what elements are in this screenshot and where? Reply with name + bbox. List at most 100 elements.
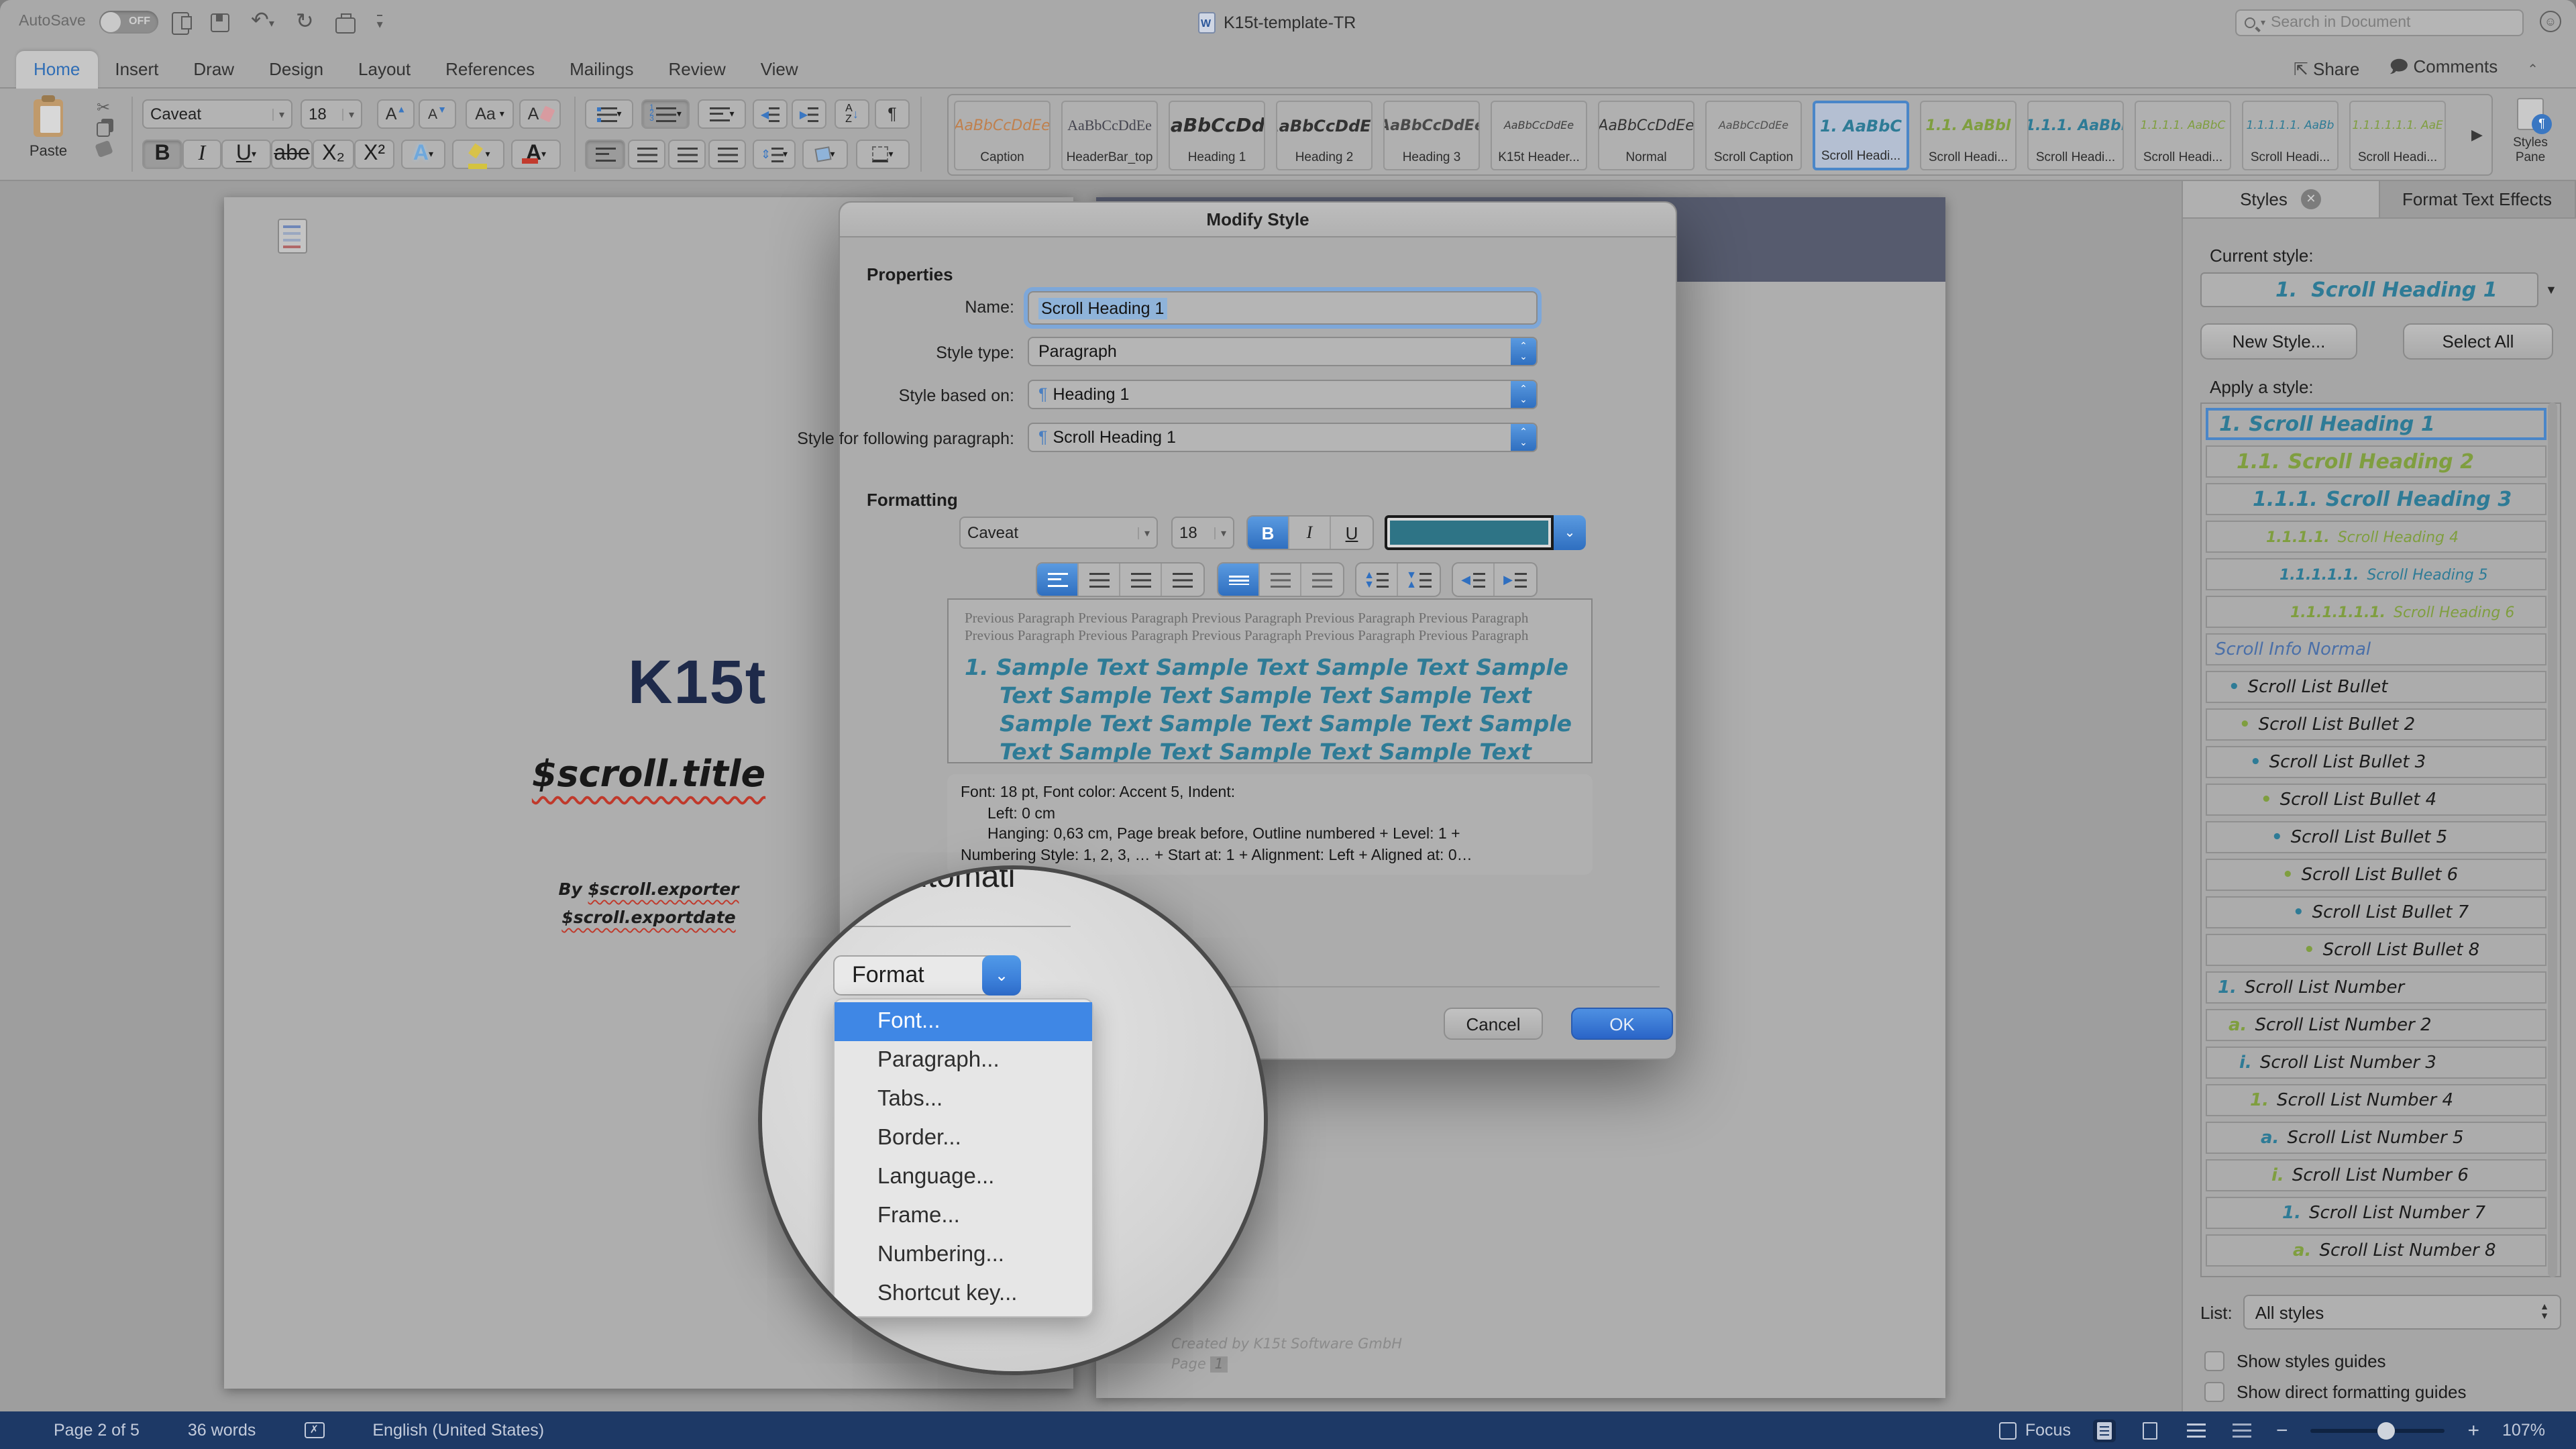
show-paragraph-marks-button[interactable]: ¶ — [875, 99, 910, 129]
gallery-style-k15t-header-[interactable]: AaBbCcDdEeK15t Header... — [1491, 100, 1587, 170]
style-list-item[interactable]: •Scroll List Bullet 6 — [2206, 859, 2546, 891]
numbering-button[interactable]: 123▾ — [641, 99, 690, 129]
menu-item-language[interactable]: Language... — [835, 1158, 1092, 1197]
cancel-button[interactable]: Cancel — [1444, 1008, 1543, 1040]
menu-item-font[interactable]: Font... — [835, 1002, 1092, 1041]
spacing-1-5[interactable] — [1260, 564, 1301, 596]
style-list-item[interactable]: 1.1.Scroll Heading 2 — [2206, 445, 2546, 478]
word-count[interactable]: 36 words — [188, 1421, 256, 1440]
web-layout-view-icon[interactable] — [2139, 1419, 2162, 1442]
zoom-slider[interactable] — [2311, 1428, 2445, 1432]
comments-button[interactable]: 🗩 Comments — [2389, 55, 2498, 85]
spacing-double[interactable] — [1301, 564, 1343, 596]
style-list-item[interactable]: a.Scroll List Number 2 — [2206, 1009, 2546, 1041]
spacing-single[interactable] — [1218, 564, 1260, 596]
line-spacing-button[interactable]: ⇕▾ — [753, 140, 796, 169]
style-list-item[interactable]: •Scroll List Bullet — [2206, 671, 2546, 703]
gallery-style-scroll-headi-[interactable]: 1.1. AaBblScroll Headi... — [1920, 100, 2017, 170]
menu-item-frame[interactable]: Frame... — [835, 1197, 1092, 1236]
styles-pane-button[interactable]: Styles Pane — [2501, 95, 2560, 173]
dialog-bold-button[interactable]: B — [1248, 517, 1289, 549]
style-name-input[interactable]: Scroll Heading 1 — [1028, 291, 1538, 325]
increase-para-spacing[interactable]: ▲▼ — [1356, 564, 1398, 596]
zoom-slider-thumb[interactable] — [2378, 1421, 2396, 1439]
style-list-scrollbar[interactable] — [2548, 402, 2557, 1277]
autosave-toggle[interactable]: OFF — [99, 11, 158, 34]
style-list-item[interactable]: i.Scroll List Number 6 — [2206, 1159, 2546, 1191]
show-direct-formatting-checkbox[interactable]: Show direct formatting guides — [2204, 1382, 2467, 1402]
new-document-icon[interactable] — [172, 11, 189, 34]
list-filter-dropdown[interactable]: All styles ▲▼ — [2243, 1295, 2561, 1330]
style-list-item[interactable]: •Scroll List Bullet 8 — [2206, 934, 2546, 966]
share-button[interactable]: ⇱ Share — [2294, 59, 2359, 80]
draft-view-icon[interactable] — [2231, 1419, 2253, 1442]
style-list-item[interactable]: •Scroll List Bullet 3 — [2206, 746, 2546, 778]
gallery-more-arrow[interactable]: ▶ — [2471, 126, 2483, 144]
format-dropdown-button[interactable]: Format ⌄ — [833, 955, 1021, 996]
zoom-out-icon[interactable]: − — [2276, 1419, 2288, 1442]
font-size-combo[interactable]: 18▾ — [301, 99, 362, 129]
bullets-button[interactable]: ▾ — [585, 99, 633, 129]
increase-indent-button[interactable]: ▶ — [792, 99, 826, 129]
multilevel-list-button[interactable]: ▾ — [698, 99, 746, 129]
menu-item-numbering[interactable]: Numbering... — [835, 1236, 1092, 1275]
print-layout-view-icon[interactable] — [2094, 1419, 2116, 1442]
more-commands-icon[interactable]: ▾ — [377, 14, 383, 32]
shading-button[interactable]: ▾ — [802, 140, 848, 169]
shrink-font-button[interactable]: A▼ — [419, 99, 456, 129]
clear-formatting-button[interactable]: A — [519, 99, 561, 129]
subscript-button[interactable]: X₂ — [313, 140, 354, 169]
gallery-style-heading-1[interactable]: AaBbCcDdEHeading 1 — [1169, 100, 1265, 170]
gallery-style-scroll-headi-[interactable]: 1.1.1.1.1.1. AaEScroll Headi... — [2349, 100, 2446, 170]
superscript-button[interactable]: X² — [354, 140, 394, 169]
gallery-style-scroll-headi-[interactable]: 1.1.1.1.1. AaBbScroll Headi... — [2242, 100, 2339, 170]
gallery-style-scroll-headi-[interactable]: 1.1.1.1. AaBbCScroll Headi... — [2135, 100, 2231, 170]
style-list-item[interactable]: 1.Scroll List Number 7 — [2206, 1197, 2546, 1229]
style-list-item[interactable]: 1.1.1.1.Scroll Heading 4 — [2206, 521, 2546, 553]
dialog-align-center[interactable] — [1079, 564, 1120, 596]
dialog-underline-button[interactable]: U — [1331, 517, 1373, 549]
style-list-item[interactable]: 1.Scroll List Number — [2206, 971, 2546, 1004]
style-list-item[interactable]: •Scroll List Bullet 5 — [2206, 821, 2546, 853]
save-icon[interactable] — [211, 13, 229, 32]
font-color-well[interactable]: ⌄ — [1385, 515, 1586, 550]
gallery-style-scroll-caption[interactable]: AaBbCcDdEeScroll Caption — [1705, 100, 1802, 170]
italic-button[interactable]: I — [182, 140, 221, 169]
style-list-item[interactable]: a.Scroll List Number 8 — [2206, 1234, 2546, 1267]
current-style-value[interactable]: 1. Scroll Heading 1 — [2200, 272, 2538, 307]
language-indicator[interactable]: English (United States) — [372, 1421, 544, 1440]
decrease-indent-button[interactable]: ◀ — [753, 99, 788, 129]
copy-icon[interactable] — [97, 122, 110, 137]
paste-button[interactable]: Paste — [13, 97, 83, 172]
dialog-decrease-indent[interactable]: ◀ — [1453, 564, 1495, 596]
menu-item-border[interactable]: Border... — [835, 1119, 1092, 1158]
collapse-ribbon-icon[interactable]: ⌃ — [2527, 62, 2538, 77]
align-center-button[interactable] — [628, 140, 665, 169]
style-list-item[interactable]: 1.1.1.1.1.Scroll Heading 5 — [2206, 558, 2546, 590]
close-icon[interactable]: ✕ — [2301, 189, 2321, 209]
bold-button[interactable]: B — [142, 140, 182, 169]
dialog-align-left[interactable] — [1037, 564, 1079, 596]
print-icon[interactable] — [335, 17, 356, 33]
page-indicator[interactable]: Page 2 of 5 — [54, 1421, 140, 1440]
focus-button[interactable]: Focus — [2000, 1421, 2071, 1440]
decrease-para-spacing[interactable]: ▼▲ — [1398, 564, 1440, 596]
gallery-style-heading-3[interactable]: AaBbCcDdEeHeading 3 — [1383, 100, 1480, 170]
tab-layout[interactable]: Layout — [341, 51, 428, 89]
sort-button[interactable]: AZ↓ — [835, 99, 869, 129]
tab-draw[interactable]: Draw — [176, 51, 252, 89]
style-list-item[interactable]: Scroll Info Normal — [2206, 633, 2546, 665]
dialog-font-combo[interactable]: Caveat▾ — [959, 517, 1158, 549]
gallery-style-heading-2[interactable]: AaBbCcDdEeHeading 2 — [1276, 100, 1373, 170]
feedback-smiley-icon[interactable]: ☺ — [2540, 11, 2561, 32]
style-type-dropdown[interactable]: Paragraph ⌃⌄ — [1028, 337, 1538, 366]
gallery-style-caption[interactable]: AaBbCcDdEeCaption — [954, 100, 1051, 170]
tab-home[interactable]: Home — [16, 51, 97, 89]
following-paragraph-dropdown[interactable]: ¶Scroll Heading 1 ⌃⌄ — [1028, 423, 1538, 452]
change-case-button[interactable]: Aa▾ — [466, 99, 514, 129]
tab-format-text-effects[interactable]: Format Text Effects — [2379, 181, 2576, 217]
style-list-item[interactable]: 1.1.1.1.1.1.Scroll Heading 6 — [2206, 596, 2546, 628]
show-styles-guides-checkbox[interactable]: Show styles guides — [2204, 1351, 2386, 1371]
gallery-style-scroll-headi-[interactable]: 1.1.1. AaBblScroll Headi... — [2027, 100, 2124, 170]
style-list-item[interactable]: a.Scroll List Number 5 — [2206, 1122, 2546, 1154]
